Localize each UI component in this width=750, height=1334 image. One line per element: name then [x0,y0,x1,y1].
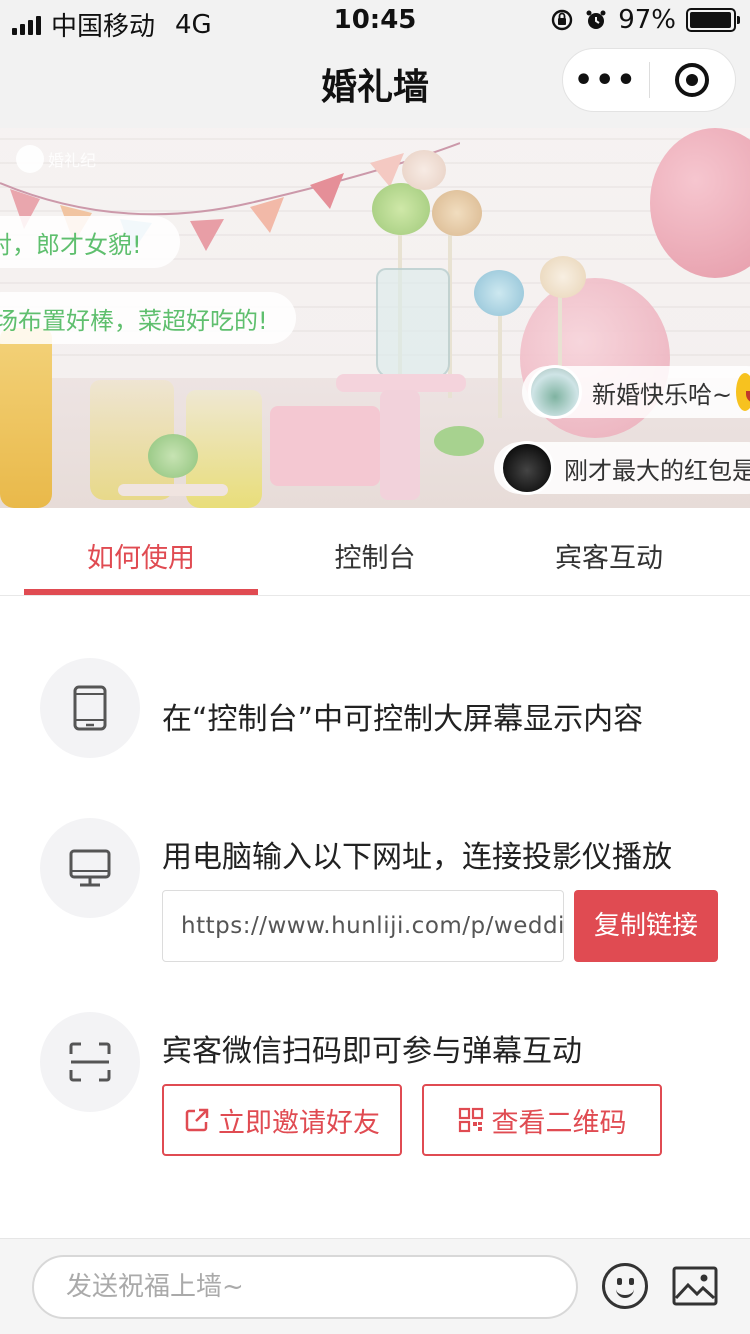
view-qrcode-button[interactable]: 查看二维码 [422,1084,662,1156]
danmaku-text: 刚才最大的红包是 [564,456,750,485]
danmaku-text: 场布置好棒，菜超好吃的! [0,306,268,335]
more-icon[interactable]: ••• [563,63,649,98]
invite-friends-button[interactable]: 立即邀请好友 [162,1084,402,1156]
phone-icon [73,685,107,731]
mini-program-capsule: ••• [562,48,736,112]
danmaku-text: 新婚快乐哈~ [592,380,733,409]
blessing-input[interactable] [32,1255,578,1319]
phone-icon-circle [40,658,140,758]
copy-link-button[interactable]: 复制链接 [574,890,718,962]
avatar [528,365,582,419]
avatar [500,441,554,495]
scan-icon [69,1042,111,1082]
danmaku-bubble: 对，郎才女貌! [0,216,180,268]
status-right: 97% [550,5,740,35]
danmaku-bubble: 场布置好棒，菜超好吃的! [0,292,296,344]
image-icon[interactable] [672,1265,718,1307]
bottom-input-bar [0,1238,750,1334]
tab-bar: 如何使用 控制台 宾客互动 [0,508,750,596]
monitor-icon [69,849,111,887]
invite-friends-label: 立即邀请好友 [218,1107,380,1139]
guest-tip: 宾客微信扫码即可参与弹幕互动 [162,1034,582,1069]
danmaku-bubble: 新婚快乐哈~ [522,365,750,419]
tab-console[interactable]: 控制台 [258,508,492,595]
banner-image: 婚礼纪 对，郎才女貌! 场布置好棒，菜超好吃的! 新婚快乐哈~ 刚才最大的红包是 [0,128,750,508]
scan-icon-circle [40,1012,140,1112]
view-qrcode-label: 查看二维码 [491,1107,627,1139]
battery-fill [690,12,731,28]
share-icon [185,1108,209,1132]
qrcode-icon [458,1107,483,1133]
target-icon [675,63,710,97]
battery-icon [686,8,740,32]
alarm-icon [586,10,606,29]
pc-tip: 用电脑输入以下网址，连接投影仪播放 [162,840,672,875]
hunliji-logo: 婚礼纪 [16,144,100,174]
close-mini-program-button[interactable] [650,63,736,97]
tab-how-to-use[interactable]: 如何使用 [24,508,258,595]
status-bar: 中国移动 4G 10:45 97% [0,0,750,42]
monitor-icon-circle [40,818,140,918]
console-tip: 在“控制台”中可控制大屏幕显示内容 [162,702,644,737]
battery-percent: 97% [618,5,676,35]
nav-bar: 婚礼墙 ••• [0,40,750,128]
danmaku-text: 对，郎才女貌! [0,230,142,259]
danmaku-bubble: 刚才最大的红包是 [494,441,750,495]
orientation-lock-icon [552,9,573,31]
emoji-icon [736,373,750,411]
wall-url-field[interactable]: https://www.hunliji.com/p/wedding [162,890,564,962]
emoji-icon[interactable] [602,1263,648,1309]
tab-guest-interaction[interactable]: 宾客互动 [492,508,726,595]
